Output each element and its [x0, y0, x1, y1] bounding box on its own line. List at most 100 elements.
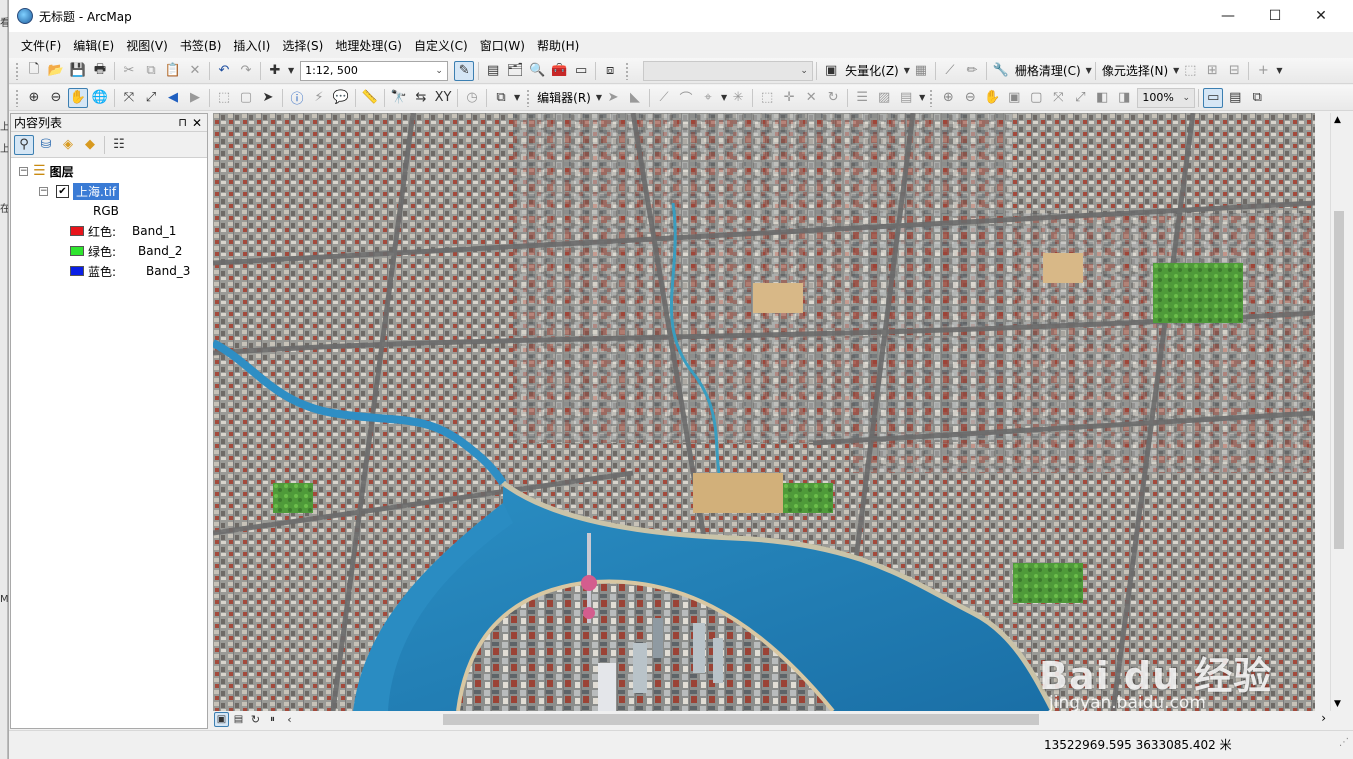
- pixel-select-menu[interactable]: 像元选择(N): [1099, 62, 1171, 79]
- vectorize-menu[interactable]: 矢量化(Z): [842, 62, 902, 79]
- refresh-icon[interactable]: ↻: [248, 712, 263, 727]
- open-folder-icon[interactable]: 📂: [46, 61, 66, 81]
- redo-icon[interactable]: ↷: [236, 61, 256, 81]
- copy-icon[interactable]: ⧉: [141, 61, 161, 81]
- scroll-up-icon[interactable]: ▲: [1334, 115, 1341, 125]
- menu-help[interactable]: 帮助(H): [531, 37, 585, 54]
- list-by-visibility-icon[interactable]: ◈: [58, 135, 78, 155]
- focus-data-frame-icon[interactable]: ▤: [1225, 88, 1245, 108]
- toolbar-grip[interactable]: [15, 61, 19, 80]
- map-horizontal-scrollbar[interactable]: ▣ ▤ ↻ ⏸ ‹ ›: [213, 711, 1346, 728]
- layout-view-icon[interactable]: ▤: [231, 712, 246, 727]
- toolbar-overflow-icon[interactable]: ▼: [1276, 66, 1282, 75]
- split-icon[interactable]: ✛: [779, 88, 799, 108]
- menu-edit[interactable]: 编辑(E): [67, 37, 120, 54]
- fixed-zoom-out-icon[interactable]: ⤢: [141, 88, 161, 108]
- menu-insert[interactable]: 插入(I): [227, 37, 276, 54]
- paste-icon[interactable]: 📋: [163, 61, 183, 81]
- layer-combo[interactable]: ⌄: [643, 60, 814, 81]
- select-features-icon[interactable]: ⬚: [214, 88, 234, 108]
- list-by-source-icon[interactable]: ⛁: [36, 135, 56, 155]
- save-icon[interactable]: 💾: [68, 61, 88, 81]
- sketch-properties-icon[interactable]: ▨: [874, 88, 894, 108]
- close-button[interactable]: ✕: [1298, 0, 1344, 32]
- line-tool-icon[interactable]: ⟋: [940, 61, 960, 81]
- add-data-icon[interactable]: ✚: [265, 61, 285, 81]
- layers-root-row[interactable]: − ☰ 图层: [19, 162, 74, 180]
- measure-icon[interactable]: 📏: [360, 88, 380, 108]
- editor-dropdown-icon[interactable]: ▼: [596, 93, 602, 102]
- zoom-in-icon[interactable]: ⊕: [24, 88, 44, 108]
- pan-hand-icon[interactable]: ✋: [68, 87, 88, 108]
- identify-info-icon[interactable]: ⓘ: [287, 88, 307, 108]
- edit-annotation-icon[interactable]: ◣: [625, 88, 645, 108]
- previous-extent-icon[interactable]: ◧: [1092, 88, 1112, 108]
- add-selection-icon[interactable]: ⊞: [1202, 61, 1222, 81]
- layer-visibility-checkbox[interactable]: ✔: [56, 184, 69, 198]
- model-builder-icon[interactable]: ⧈: [600, 61, 620, 81]
- hyperlink-icon[interactable]: ⚡: [309, 88, 329, 108]
- cut-icon[interactable]: ✂: [119, 61, 139, 81]
- remove-selection-icon[interactable]: ⊟: [1224, 61, 1244, 81]
- menu-file[interactable]: 文件(F): [15, 37, 67, 54]
- pause-drawing-icon[interactable]: ⏸: [265, 712, 280, 727]
- menu-selection[interactable]: 选择(S): [276, 37, 329, 54]
- layout-zoom-out-icon[interactable]: ⊖: [960, 88, 980, 108]
- map-display[interactable]: Bai du 经验 jingyan.baidu.com: [213, 113, 1315, 711]
- pin-icon[interactable]: ⊓: [178, 116, 187, 129]
- vectorize-dropdown-icon[interactable]: ▼: [904, 66, 910, 75]
- menu-view[interactable]: 视图(V): [120, 37, 174, 54]
- toolbar-overflow-icon[interactable]: ▼: [919, 93, 925, 102]
- raster-tool-icon[interactable]: ▦: [911, 61, 931, 81]
- plus-icon[interactable]: +: [1253, 61, 1273, 81]
- resize-grip-icon[interactable]: ⋰: [1339, 737, 1349, 748]
- wrench-icon[interactable]: 🔧: [991, 61, 1011, 81]
- rotate-icon[interactable]: ↻: [823, 88, 843, 108]
- change-layout-icon[interactable]: ⧉: [1247, 88, 1267, 108]
- toolbar-grip[interactable]: [526, 88, 531, 107]
- layout-pan-icon[interactable]: ✋: [982, 88, 1002, 108]
- collapse-icon[interactable]: −: [19, 166, 28, 176]
- edit-tool-icon[interactable]: ➤: [603, 88, 623, 108]
- raster-cleanup-dropdown-icon[interactable]: ▼: [1086, 66, 1092, 75]
- layer-row[interactable]: − ✔ 上海.tif: [39, 182, 120, 200]
- menu-geoprocessing[interactable]: 地理处理(G): [329, 37, 408, 54]
- scroll-left-icon[interactable]: ‹: [282, 712, 297, 727]
- list-by-selection-icon[interactable]: ◆: [80, 135, 100, 155]
- toggle-draft-mode-icon[interactable]: ▭: [1203, 87, 1224, 108]
- fixed-layout-zoom-in-icon[interactable]: ⤧: [1048, 88, 1068, 108]
- delete-icon[interactable]: ✕: [185, 61, 205, 81]
- next-extent-icon[interactable]: ◨: [1114, 88, 1134, 108]
- layout-zoom-in-icon[interactable]: ⊕: [938, 88, 958, 108]
- reshape-icon[interactable]: ⬚: [757, 88, 777, 108]
- forward-arrow-icon[interactable]: ▶: [185, 88, 205, 108]
- toolbar-grip[interactable]: [15, 88, 19, 107]
- menu-windows[interactable]: 窗口(W): [474, 37, 531, 54]
- back-arrow-icon[interactable]: ◀: [163, 88, 183, 108]
- scroll-down-icon[interactable]: ▼: [1334, 699, 1341, 709]
- maximize-button[interactable]: ☐: [1252, 0, 1298, 32]
- select-elements-arrow-icon[interactable]: ➤: [258, 88, 278, 108]
- map-vertical-scrollbar[interactable]: ▲ ▼: [1330, 113, 1346, 711]
- list-by-drawing-order-icon[interactable]: ⚲: [14, 134, 34, 155]
- editor-toolbar-icon[interactable]: ✎: [454, 60, 475, 81]
- raster-cleanup-menu[interactable]: 栅格清理(C): [1012, 62, 1084, 79]
- undo-icon[interactable]: ↶: [214, 61, 234, 81]
- zoom-out-icon[interactable]: ⊖: [46, 88, 66, 108]
- fixed-zoom-in-icon[interactable]: ⤧: [119, 88, 139, 108]
- select-connected-icon[interactable]: ⬚: [1180, 61, 1200, 81]
- cut-polygon-icon[interactable]: ✕: [801, 88, 821, 108]
- clear-selection-icon[interactable]: ▢: [236, 88, 256, 108]
- print-icon[interactable]: 🖶: [90, 61, 110, 81]
- straight-segment-icon[interactable]: ⟋: [654, 88, 674, 108]
- time-slider-icon[interactable]: ◷: [462, 88, 482, 108]
- horizontal-scroll-thumb[interactable]: [443, 714, 1039, 725]
- table-of-contents-icon[interactable]: ▤: [483, 61, 503, 81]
- new-document-icon[interactable]: 🗋: [24, 61, 44, 81]
- map-scale-combo[interactable]: 1:12, 500 ⌄: [300, 60, 449, 81]
- find-route-icon[interactable]: ⇆: [411, 88, 431, 108]
- raster-window-icon[interactable]: ▣: [821, 61, 841, 81]
- zoom-100-icon[interactable]: ▢: [1026, 88, 1046, 108]
- search-window-icon[interactable]: 🔍: [527, 61, 547, 81]
- fixed-layout-zoom-out-icon[interactable]: ⤢: [1070, 88, 1090, 108]
